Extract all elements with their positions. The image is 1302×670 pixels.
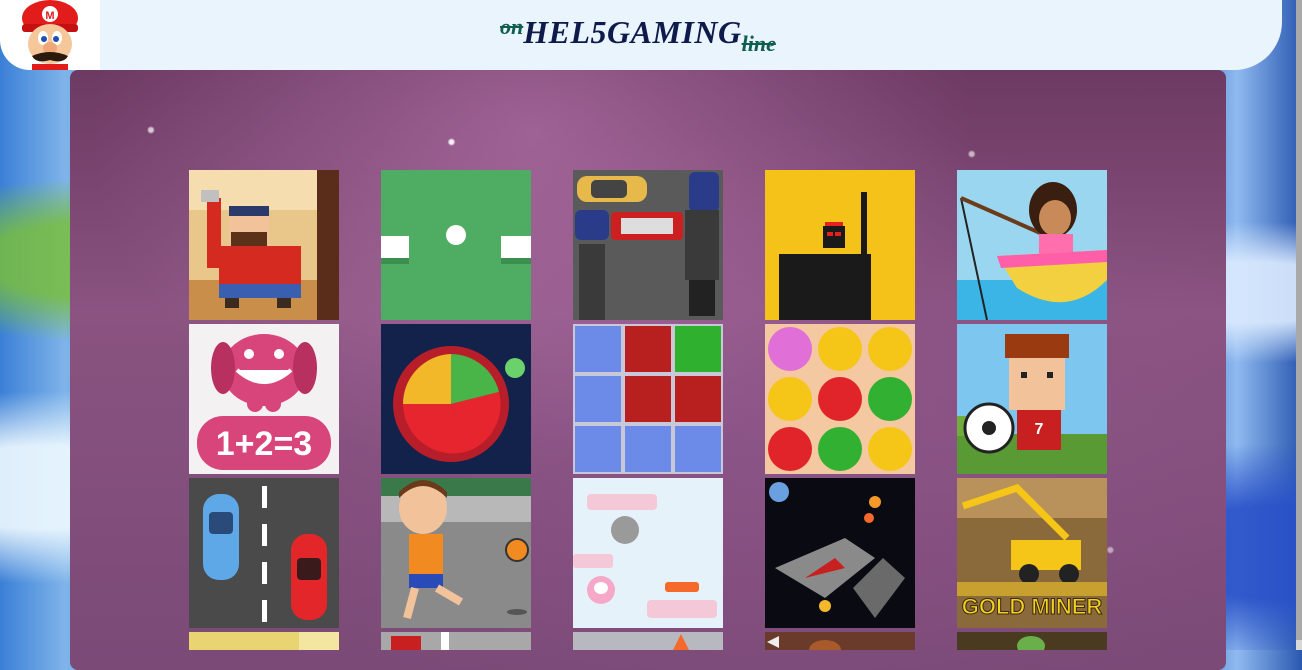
game-tile-planet-defense[interactable] (381, 324, 531, 474)
planet-defense-game-thumbnail (381, 324, 531, 474)
game-tile-space-fighter[interactable] (765, 478, 915, 628)
game-tile-row4-1[interactable] (189, 632, 339, 650)
site-title[interactable]: onHEL5GAMINGline (500, 14, 776, 64)
stick-hero-game-thumbnail (765, 170, 915, 320)
game-tile-row4-5[interactable] (957, 632, 1107, 650)
game-tile-car-road[interactable] (189, 478, 339, 628)
game-tile-pong[interactable] (381, 170, 531, 320)
game-tile-row4-4[interactable] (765, 632, 915, 650)
jelly-match-game-thumbnail (765, 324, 915, 474)
pixel-soccer-game-thumbnail: 7 (957, 324, 1107, 474)
svg-text:M: M (45, 10, 54, 22)
gold-miner-tile-text: GOLD MINER (962, 594, 1103, 619)
jump-platform-game-thumbnail (573, 478, 723, 628)
game-tile-stick-hero[interactable] (765, 170, 915, 320)
scrollbar-thumb[interactable] (1296, 0, 1302, 640)
game-tile-row4-2[interactable] (381, 632, 531, 650)
game-tile-match-blocks[interactable] (573, 324, 723, 474)
game-tile-parking[interactable] (573, 170, 723, 320)
dora-fishing-game-thumbnail (957, 170, 1107, 320)
partial-thumbnail-3 (573, 632, 723, 650)
car-road-game-thumbnail (189, 478, 339, 628)
partial-thumbnail-1 (189, 632, 339, 650)
gold-miner-game-thumbnail: GOLD MINER (957, 478, 1107, 628)
page-scrollbar[interactable] (1296, 0, 1302, 650)
pixel-soccer-tile-text: 7 (1035, 421, 1044, 438)
game-tile-math-dog[interactable]: 1+2=3 (189, 324, 339, 474)
game-tile-row4-3[interactable] (573, 632, 723, 650)
parking-cars-game-thumbnail (573, 170, 723, 320)
game-tile-boy-kick-ball[interactable] (381, 478, 531, 628)
math-dog-game-thumbnail: 1+2=3 (189, 324, 339, 474)
math-dog-tile-text: 1+2=3 (216, 425, 312, 463)
title-prefix: on (500, 14, 524, 39)
title-main: HEL5GAMING (523, 14, 742, 50)
game-tile-lumberjack[interactable] (189, 170, 339, 320)
game-tile-pixel-soccer[interactable]: 7 (957, 324, 1107, 474)
game-tile-dora-fishing[interactable] (957, 170, 1107, 320)
partial-thumbnail-2 (381, 632, 531, 650)
logo[interactable]: M (0, 0, 100, 70)
boy-kick-ball-game-thumbnail (381, 478, 531, 628)
game-tile-gold-miner[interactable]: GOLD MINER (957, 478, 1107, 628)
title-suffix: line (741, 31, 776, 56)
partial-thumbnail-4 (765, 632, 915, 650)
game-tile-jump-platform[interactable] (573, 478, 723, 628)
match-blocks-game-thumbnail (573, 324, 723, 474)
game-tile-jelly-match[interactable] (765, 324, 915, 474)
mario-avatar-icon: M (22, 0, 78, 70)
site-header: M onHEL5GAMINGline (0, 0, 1282, 70)
space-fighter-game-thumbnail (765, 478, 915, 628)
partial-thumbnail-5 (957, 632, 1107, 650)
pong-game-thumbnail (381, 170, 531, 320)
lumberjack-game-thumbnail (189, 170, 339, 320)
